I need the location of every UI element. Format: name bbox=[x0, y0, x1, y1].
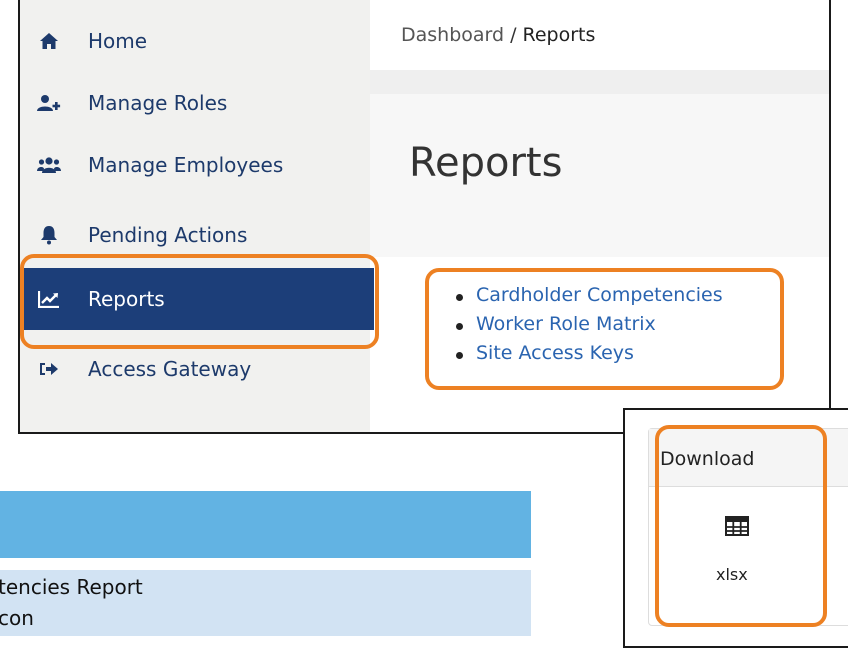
table-row: tencies Report con bbox=[0, 570, 531, 636]
breadcrumb-current: Reports bbox=[522, 24, 596, 46]
sidebar-item-label: Home bbox=[88, 29, 148, 53]
bell-icon bbox=[35, 223, 63, 247]
sidebar-item-label: Manage Roles bbox=[88, 91, 228, 115]
reports-nav-highlight bbox=[20, 254, 379, 349]
users-icon bbox=[35, 153, 63, 177]
sidebar: Home Manage Roles Manage Employees Pendi… bbox=[20, 0, 374, 432]
sign-out-icon bbox=[35, 357, 63, 381]
breadcrumb: Dashboard / Reports bbox=[370, 0, 829, 70]
breadcrumb-separator: / bbox=[510, 24, 517, 46]
page-title: Reports bbox=[409, 140, 563, 186]
sidebar-item-home[interactable]: Home bbox=[20, 10, 370, 72]
sidebar-item-label: Pending Actions bbox=[88, 223, 248, 247]
header-divider bbox=[370, 70, 829, 94]
download-highlight bbox=[655, 425, 827, 627]
user-plus-icon bbox=[35, 91, 63, 115]
sidebar-item-label: Manage Employees bbox=[88, 153, 284, 177]
sidebar-item-manage-roles[interactable]: Manage Roles bbox=[20, 72, 370, 134]
home-icon bbox=[35, 29, 63, 53]
report-links-highlight bbox=[425, 268, 784, 390]
table-row-text-2: con bbox=[0, 606, 34, 630]
sidebar-item-manage-employees[interactable]: Manage Employees bbox=[20, 134, 370, 196]
sidebar-item-label: Access Gateway bbox=[88, 357, 252, 381]
table-row-text: tencies Report bbox=[0, 575, 143, 599]
page-header: Reports bbox=[370, 94, 829, 257]
table-header-bar bbox=[0, 491, 531, 558]
breadcrumb-dashboard-link[interactable]: Dashboard bbox=[401, 24, 504, 46]
